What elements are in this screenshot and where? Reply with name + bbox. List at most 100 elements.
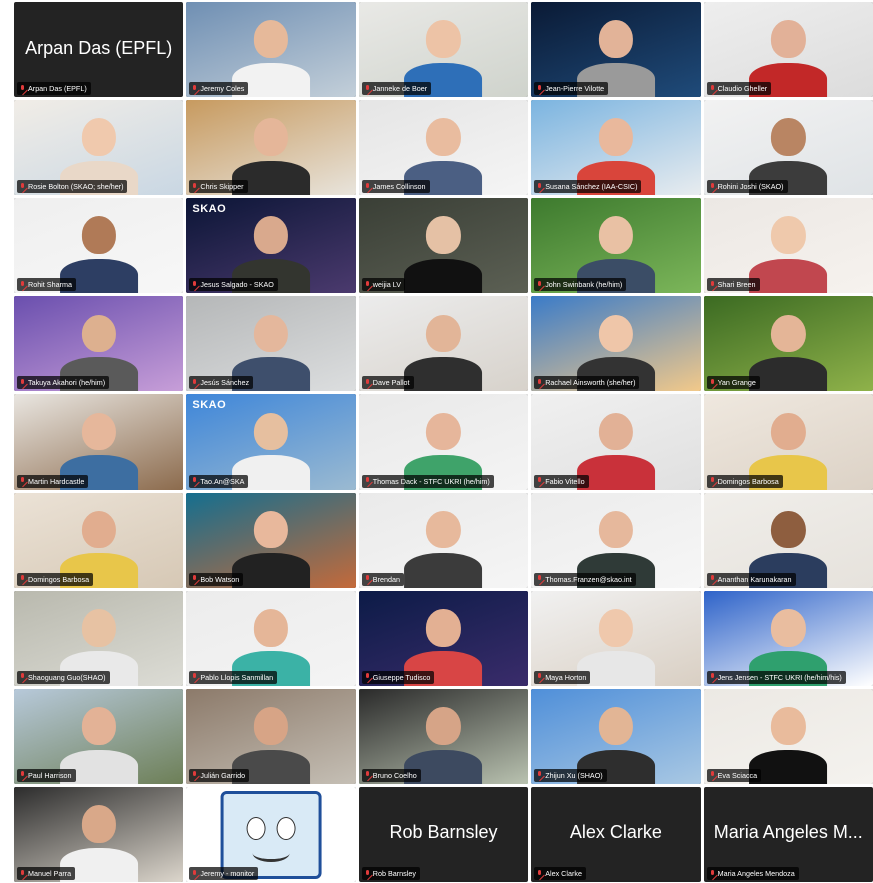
participant-name: Brendan [372, 574, 400, 584]
muted-mic-icon [536, 280, 543, 289]
muted-mic-icon [19, 378, 26, 387]
muted-mic-icon [364, 378, 371, 387]
participant-tile[interactable]: Janneke de Boer [358, 2, 529, 98]
participant-name: Jesus Salgado - SKAO [200, 280, 274, 290]
muted-mic-icon [191, 477, 198, 485]
muted-mic-icon [709, 575, 716, 583]
participant-tile[interactable]: Jeremy - monitor [186, 786, 356, 882]
participant-name: Rob Barnsley [372, 869, 416, 878]
participant-name: Thomas.Franzen@skao.int [545, 574, 632, 584]
participant-tile[interactable]: Jeremy Coles [186, 2, 356, 98]
participant-name: Thomas Dack - STFC UKRI (he/him) [372, 476, 490, 486]
participant-tile[interactable]: Maya Horton [531, 590, 701, 686]
participant-tile[interactable]: Pablo Llopis Sanmillan [186, 590, 356, 686]
participant-name: Jens Jensen - STFC UKRI (he/him/his) [717, 672, 842, 682]
participant-tile[interactable]: Takuya Akahori (he/him) [14, 296, 184, 392]
muted-mic-icon [709, 378, 716, 387]
muted-mic-icon [191, 84, 198, 93]
participant-name-label: Thomas Dack - STFC UKRI (he/him) [361, 474, 494, 488]
participant-tile[interactable]: SKAO Tao.An@SKA [186, 394, 356, 490]
participant-name: Maya Horton [545, 672, 587, 682]
participant-name: Giuseppe Tudisco [372, 672, 431, 682]
participant-tile[interactable]: Alex Clarke Alex Clarke [531, 786, 701, 882]
participant-name-label: Arpan Das (EPFL) [17, 82, 91, 96]
participant-name-label: Jesús Sánchez [189, 376, 254, 390]
participant-tile[interactable]: weijia LV [358, 198, 529, 294]
participant-name-label: Julián Garrido [189, 768, 250, 782]
participant-tile[interactable]: Thomas.Franzen@skao.int [531, 492, 701, 588]
participant-tile[interactable]: Domingos Barbosa [703, 394, 873, 490]
video-gallery-grid: Arpan Das (EPFL) Arpan Das (EPFL) Jeremy C… [14, 2, 873, 882]
participant-tile[interactable]: Eva Sciacca [703, 688, 873, 784]
participant-name-label: Domingos Barbosa [706, 474, 783, 488]
skao-logo-overlay: SKAO [192, 203, 227, 216]
participant-name-label: Jesus Salgado - SKAO [189, 278, 278, 292]
participant-tile[interactable]: John Swinbank (he/him) [531, 198, 701, 294]
participant-tile[interactable]: Jens Jensen - STFC UKRI (he/him/his) [703, 590, 873, 686]
participant-tile[interactable]: Manuel Parra [14, 786, 184, 882]
participant-tile[interactable]: Martin Hardcastle [14, 394, 184, 490]
participant-tile[interactable]: Giuseppe Tudisco [358, 590, 529, 686]
participant-tile[interactable]: Chris Skipper [186, 100, 356, 196]
participant-tile[interactable]: Ananthan Karunakaran [703, 492, 873, 588]
participant-tile[interactable]: Yan Grange [703, 296, 873, 392]
muted-mic-icon [364, 771, 371, 779]
participant-tile[interactable]: Claudio Gheller [703, 2, 873, 98]
participant-name: Rachael Ainsworth (she/her) [545, 378, 636, 388]
muted-mic-icon [364, 575, 371, 583]
muted-mic-icon [364, 869, 371, 878]
participant-name-label: Ananthan Karunakaran [706, 572, 796, 586]
participant-tile[interactable]: Jean-Pierre Vilotte [531, 2, 701, 98]
participant-tile[interactable]: Rob Barnsley Rob Barnsley [358, 786, 529, 882]
participant-tile[interactable]: Susana Sánchez (IAA-CSIC) [531, 100, 701, 196]
muted-mic-icon [536, 575, 543, 583]
participant-name: Fabio Vitello [545, 476, 585, 486]
muted-mic-icon [19, 869, 26, 878]
participant-tile[interactable]: Rohini Joshi (SKAO) [703, 100, 873, 196]
participant-name-label: Zhijun Xu (SHAO) [534, 768, 607, 782]
muted-mic-icon [19, 84, 26, 93]
participant-tile[interactable]: Shari Breen [703, 198, 873, 294]
participant-tile[interactable]: Rohit Sharma [14, 198, 184, 294]
muted-mic-icon [191, 280, 198, 289]
participant-display-name: Rob Barnsley [389, 822, 498, 843]
participant-tile[interactable]: Bruno Coelho [358, 688, 529, 784]
participant-silhouette [404, 506, 483, 588]
participant-name-label: Tao.An@SKA [189, 474, 249, 488]
participant-tile[interactable]: Fabio Vitello [531, 394, 701, 490]
participant-tile[interactable]: Rosie Bolton (SKAO; she/her) [14, 100, 184, 196]
participant-tile[interactable]: Zhijun Xu (SHAO) [531, 688, 701, 784]
participant-name: Zhijun Xu (SHAO) [545, 770, 603, 780]
muted-mic-icon [536, 378, 543, 387]
participant-tile[interactable]: Brendan [358, 492, 529, 588]
participant-name-label: Claudio Gheller [706, 82, 772, 96]
participant-tile[interactable]: Domingos Barbosa [14, 492, 184, 588]
participant-tile[interactable]: Dave Pallot [358, 296, 529, 392]
participant-name-label: Chris Skipper [189, 180, 248, 194]
participant-name: Janneke de Boer [372, 84, 428, 94]
participant-name: Shari Breen [717, 280, 756, 290]
muted-mic-icon [536, 182, 543, 191]
muted-mic-icon [364, 182, 371, 191]
participant-name-label: Jeremy Coles [189, 82, 249, 96]
participant-name-label: weijia LV [361, 278, 406, 292]
participant-name: Bob Watson [200, 574, 240, 584]
participant-name: Paul Harrison [28, 770, 72, 780]
participant-tile[interactable]: Julián Garrido [186, 688, 356, 784]
participant-name-label: Maya Horton [534, 670, 591, 684]
participant-tile[interactable]: Arpan Das (EPFL) Arpan Das (EPFL) [14, 2, 184, 98]
participant-tile[interactable]: Paul Harrison [14, 688, 184, 784]
participant-tile[interactable]: Thomas Dack - STFC UKRI (he/him) [358, 394, 529, 490]
participant-tile[interactable]: Maria Angeles M... Maria Angeles Mendoza [703, 786, 873, 882]
participant-tile[interactable]: Shaoguang Guo(SHAO) [14, 590, 184, 686]
muted-mic-icon [191, 378, 198, 387]
participant-name-label: Alex Clarke [534, 867, 586, 880]
participant-tile[interactable]: SKAO Jesus Salgado - SKAO [186, 198, 356, 294]
muted-mic-icon [536, 771, 543, 779]
participant-tile[interactable]: Rachael Ainsworth (she/her) [531, 296, 701, 392]
participant-name-label: Bruno Coelho [361, 768, 421, 782]
participant-tile[interactable]: James Collinson [358, 100, 529, 196]
participant-tile[interactable]: Bob Watson [186, 492, 356, 588]
participant-tile[interactable]: Jesús Sánchez [186, 296, 356, 392]
participant-name: Manuel Parra [28, 869, 72, 878]
